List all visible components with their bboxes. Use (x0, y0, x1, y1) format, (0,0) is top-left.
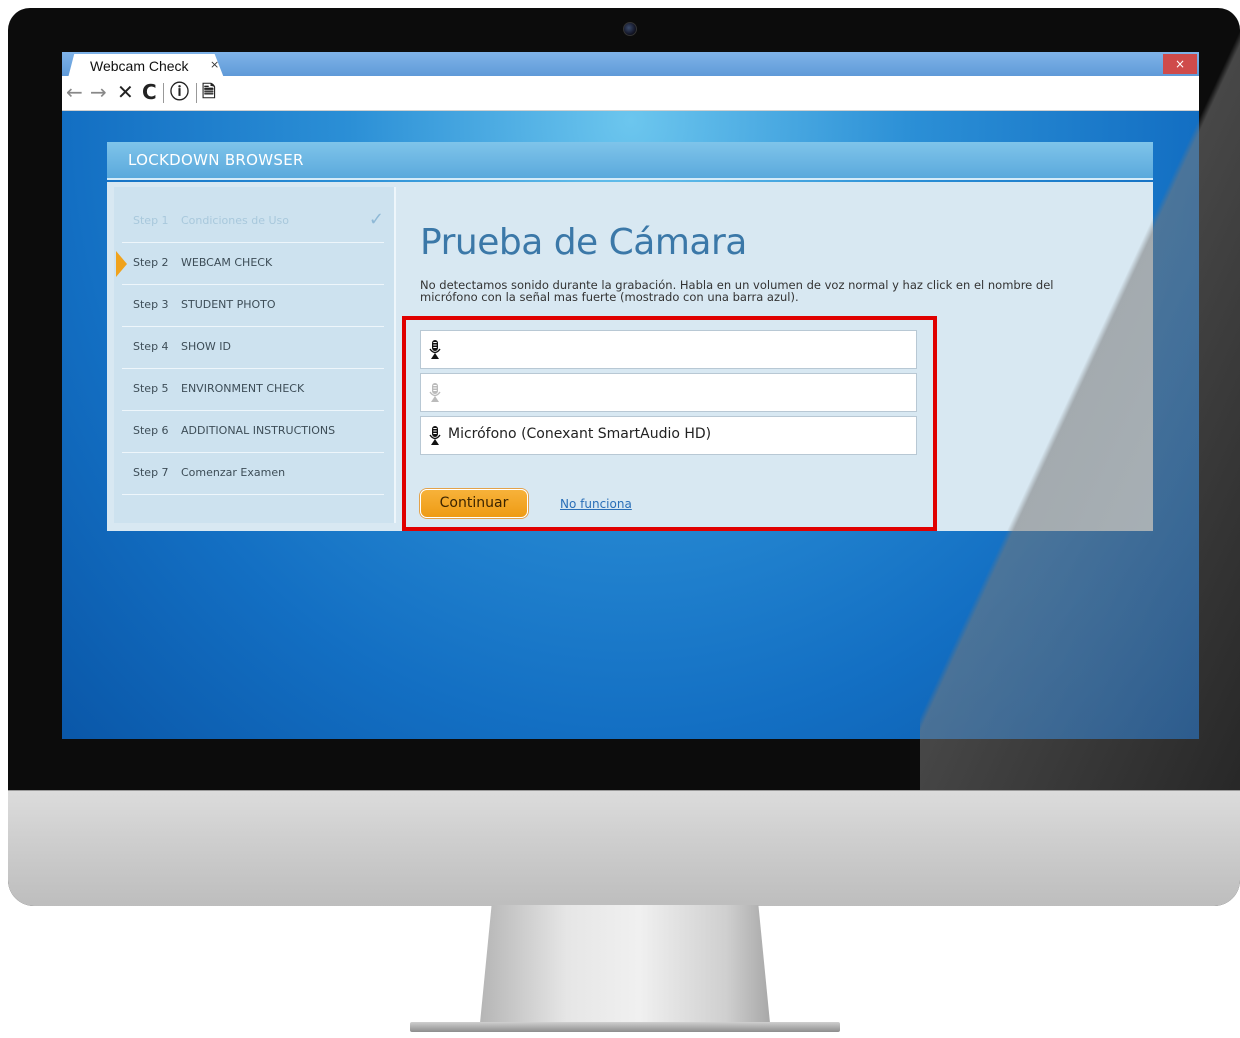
sidebar-step-1[interactable]: Step 1 Condiciones de Uso ✓ (122, 201, 384, 243)
step-label: WEBCAM CHECK (181, 256, 273, 269)
sidebar-step-3[interactable]: Step 3 STUDENT PHOTO (122, 285, 384, 327)
app-header: LOCKDOWN BROWSER (107, 142, 1153, 180)
monitor-stand-base (410, 1022, 840, 1032)
step-label: ENVIRONMENT CHECK (181, 382, 305, 395)
screen: Webcam Check × × ← → ✕ C ⓘ 🗎 LOCKDOWN BR… (62, 52, 1199, 739)
toolbar-separator (196, 83, 197, 103)
sidebar-step-7[interactable]: Step 7 Comenzar Examen (122, 453, 384, 495)
browser-tab[interactable]: Webcam Check × (68, 54, 224, 78)
step-label: Comenzar Examen (181, 466, 286, 479)
instructions-line-2: micrófono con la señal mas fuerte (mostr… (420, 290, 799, 304)
step-label: SHOW ID (181, 340, 231, 353)
window-close-button[interactable]: × (1163, 54, 1197, 74)
toolbar-separator (163, 83, 164, 103)
step-number: Step 1 (133, 214, 169, 227)
step-label: STUDENT PHOTO (181, 298, 276, 311)
checkmark-icon: ✓ (368, 209, 384, 230)
monitor-chin (8, 790, 1240, 906)
sidebar-step-4[interactable]: Step 4 SHOW ID (122, 327, 384, 369)
step-number: Step 2 (133, 256, 169, 269)
app-body: Step 1 Condiciones de Uso ✓ Step 2 WEBCA… (107, 182, 1153, 531)
current-step-arrow-icon (116, 251, 127, 277)
step-label: ADDITIONAL INSTRUCTIONS (181, 424, 336, 437)
step-number: Step 3 (133, 298, 169, 311)
webcam-lens (623, 22, 637, 36)
step-number: Step 7 (133, 466, 169, 479)
reader-icon[interactable]: 🗎 (202, 81, 216, 103)
back-arrow-icon[interactable]: ← (66, 81, 83, 103)
sidebar-step-5[interactable]: Step 5 ENVIRONMENT CHECK (122, 369, 384, 411)
monitor-frame: Webcam Check × × ← → ✕ C ⓘ 🗎 LOCKDOWN BR… (8, 8, 1240, 906)
forward-arrow-icon[interactable]: → (90, 81, 107, 103)
browser-tab-bar: Webcam Check × × (62, 52, 1199, 78)
sidebar-step-2[interactable]: Step 2 WEBCAM CHECK (116, 243, 384, 285)
tab-close-icon[interactable]: × (210, 58, 219, 71)
highlight-annotation-box (402, 316, 937, 531)
stop-icon[interactable]: ✕ (117, 81, 134, 103)
step-number: Step 5 (133, 382, 169, 395)
info-icon[interactable]: ⓘ (170, 81, 189, 103)
step-number: Step 6 (133, 424, 169, 437)
step-number: Step 4 (133, 340, 169, 353)
tab-title: Webcam Check (90, 58, 189, 74)
step-label: Condiciones de Uso (181, 214, 289, 227)
reload-icon[interactable]: C (142, 81, 157, 103)
monitor-stand (480, 905, 770, 1023)
browser-toolbar: ← → ✕ C ⓘ 🗎 (62, 76, 1199, 111)
sidebar-step-6[interactable]: Step 6 ADDITIONAL INSTRUCTIONS (122, 411, 384, 453)
page-title: Prueba de Cámara (420, 222, 747, 263)
instructions-text: No detectamos sonido durante la grabació… (420, 279, 1090, 303)
steps-sidebar: Step 1 Condiciones de Uso ✓ Step 2 WEBCA… (114, 187, 396, 523)
app-title: LOCKDOWN BROWSER (128, 151, 304, 169)
